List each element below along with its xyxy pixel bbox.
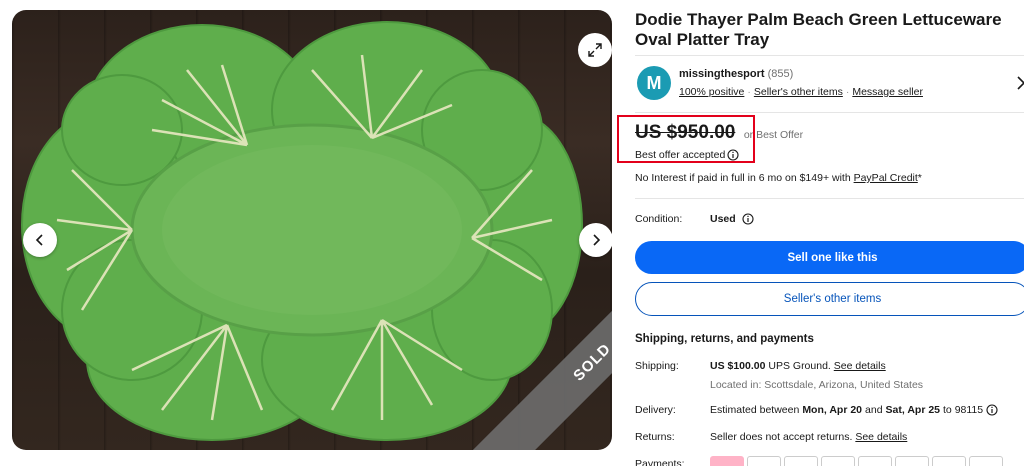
info-icon[interactable] [727,149,739,161]
price-section: US $950.00 or Best Offer Best offer acce… [635,122,804,161]
shipping-value-line: US $100.00 UPS Ground. See details [710,360,886,372]
condition-value: Used [710,213,736,225]
info-icon[interactable] [986,404,998,416]
chevron-right-icon [593,234,601,246]
delivery-value-line: Estimated between Mon, Apr 20 and Sat, A… [710,404,998,416]
seller-other-items-link[interactable]: Seller's other items [754,86,843,98]
venmo-icon [784,456,818,466]
divider [635,198,1024,199]
shipping-label: Shipping: [635,360,679,372]
item-price: US $950.00 [635,122,736,143]
condition-row: Condition: Used [635,213,754,225]
item-location: Located in: Scottsdale, Arizona, United … [710,379,924,391]
sellers-other-items-button[interactable]: Seller's other items [635,282,1024,316]
seller-name-line: missingthesport (855) [679,68,793,80]
delivery-to: Sat, Apr 25 [885,404,941,416]
diners-icon [969,456,1003,466]
shipping-cost: US $100.00 [710,360,766,372]
image-gallery: SOLD [12,10,612,450]
or-best-offer-label: or Best Offer [743,129,804,141]
seller-links: 100% positive · Seller's other items · Messa… [679,86,923,98]
paypal-credit-line: No Interest if paid in full in 6 mo on $… [635,172,922,184]
visa-icon [858,456,892,466]
mastercard-icon [895,456,929,466]
seller-name[interactable]: missingthesport [679,68,765,80]
chevron-left-icon [35,234,43,246]
seller-feedback-count: (855) [767,68,794,80]
paypal-credit-link[interactable]: PayPal Credit [854,172,918,184]
delivery-label: Delivery: [635,404,676,416]
returns-label: Returns: [635,431,675,443]
discover-icon [932,456,966,466]
info-icon[interactable] [742,213,754,225]
sell-one-like-this-button[interactable]: Sell one like this [635,241,1024,274]
best-offer-accepted-label: Best offer accepted [635,149,726,161]
item-title: Dodie Thayer Palm Beach Green Lettucewar… [635,10,1002,49]
delivery-prefix: Estimated between [710,404,800,416]
delivery-from: Mon, Apr 20 [802,404,863,416]
product-image[interactable] [12,10,612,450]
expand-icon [588,43,602,57]
separator: · [845,86,850,98]
delivery-and: and [865,404,883,416]
paypal-prefix: No Interest if paid in full in 6 mo on $… [635,172,851,184]
returns-see-details-link[interactable]: See details [855,431,907,443]
sold-label: SOLD [569,339,612,385]
paypal-suffix: * [917,172,922,184]
shipping-see-details-link[interactable]: See details [834,360,886,372]
shipping-row: Shipping: US $100.00 UPS Ground. See det… [635,360,1024,374]
previous-image-button[interactable] [23,223,57,257]
seller-positive-link[interactable]: 100% positive [679,86,744,98]
chevron-right-icon[interactable] [1016,76,1024,90]
klarna-icon [710,456,744,466]
expand-image-button[interactable] [578,33,612,67]
divider [635,55,1024,56]
returns-row: Returns: Seller does not accept returns.… [635,431,1024,445]
best-offer-accepted: Best offer accepted [635,149,739,161]
paypal-icon [747,456,781,466]
message-seller-link[interactable]: Message seller [852,86,923,98]
shipping-method: UPS Ground. [768,360,831,372]
returns-value: Seller does not accept returns. [710,431,853,443]
seller-card[interactable]: M missingthesport (855) 100% positive · Se… [635,64,1024,104]
returns-value-line: Seller does not accept returns. See deta… [710,431,907,443]
condition-label: Condition: [635,213,683,225]
payments-label: Payments: [635,458,685,466]
next-image-button[interactable] [579,223,612,257]
separator: · [747,86,751,98]
payments-row: Payments: [635,458,705,466]
payment-methods [710,456,1003,466]
delivery-row: Delivery: Estimated between Mon, Apr 20 … [635,404,1024,418]
seller-avatar[interactable]: M [637,66,671,100]
located-row: Located in: Scottsdale, Arizona, United … [635,379,1024,393]
shipping-heading: Shipping, returns, and payments [635,333,814,345]
gpay-icon [821,456,855,466]
delivery-suffix: to 98115 [943,404,984,416]
divider [635,112,1024,113]
